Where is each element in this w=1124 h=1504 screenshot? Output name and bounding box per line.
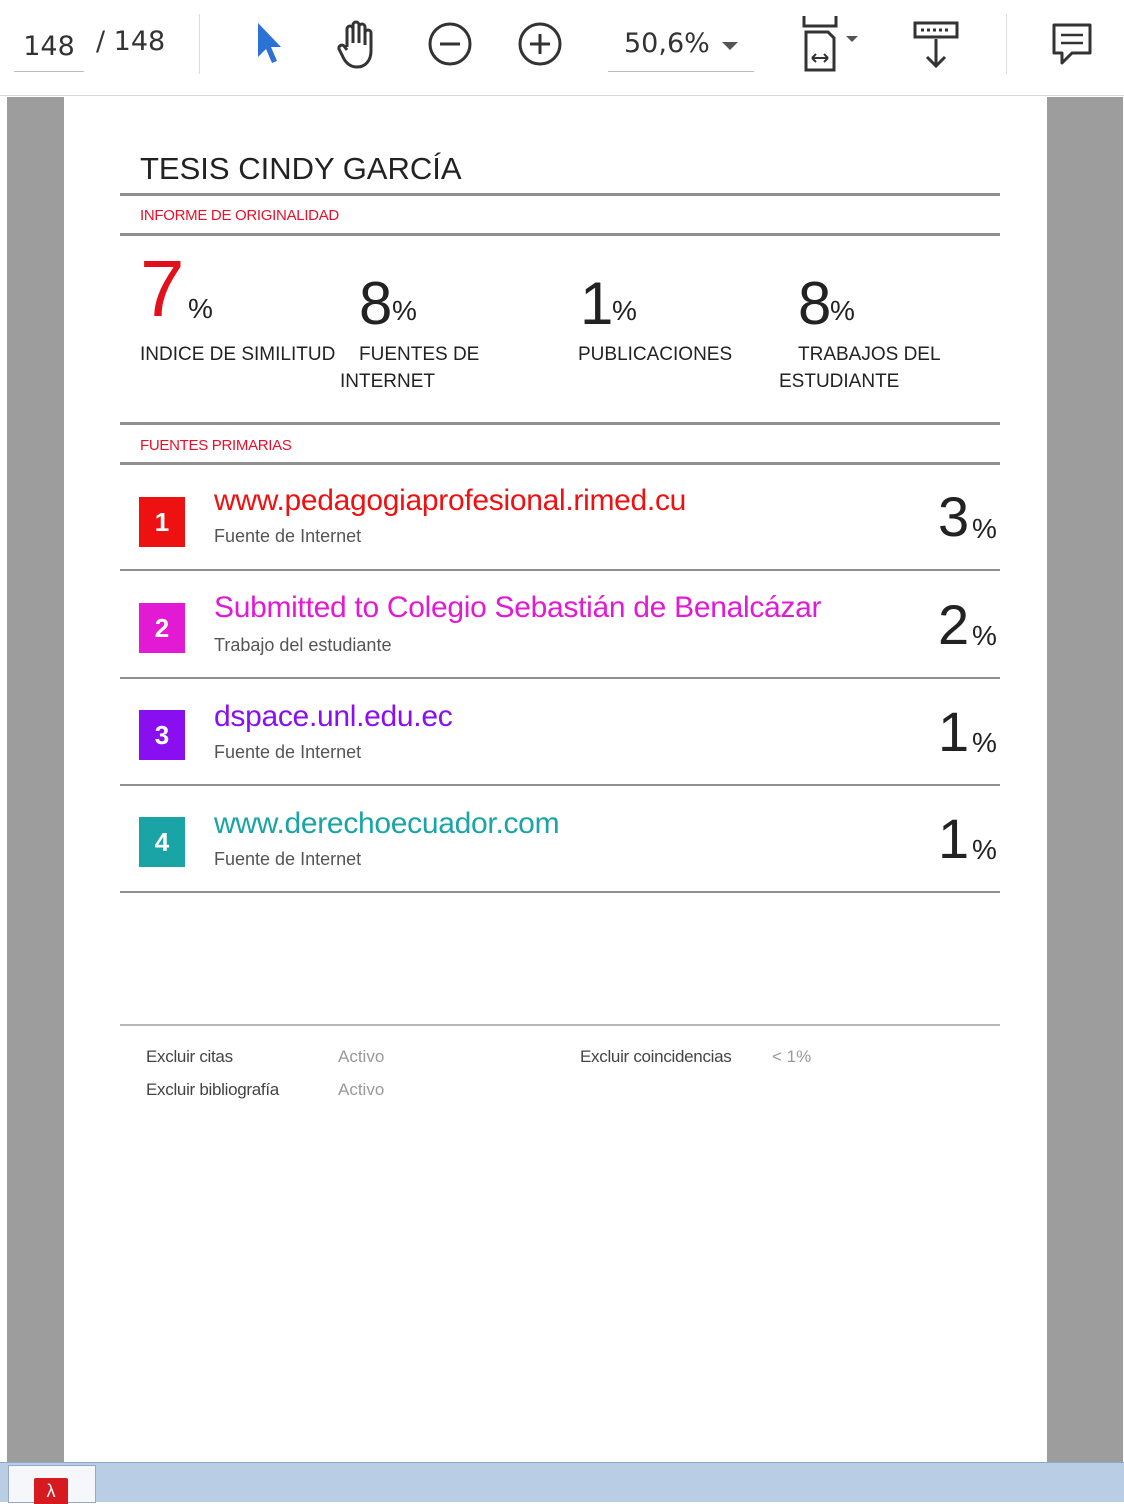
toolbar-divider: [1006, 14, 1007, 74]
divider: [120, 784, 1000, 786]
source-number-badge: 1: [139, 497, 185, 547]
taskbar-pdf-app-button[interactable]: λ: [8, 1465, 96, 1504]
student-work-value: 8: [798, 270, 832, 337]
source-number-badge: 2: [139, 603, 185, 653]
internet-sources-value: 8: [359, 270, 393, 337]
source-number-badge: 4: [139, 817, 185, 867]
internet-sources-label-2: INTERNET: [340, 371, 435, 392]
divider: [120, 677, 1000, 679]
page-number-input[interactable]: 148: [14, 22, 84, 72]
originality-heading: INFORME DE ORIGINALIDAD: [140, 207, 339, 224]
comment-icon[interactable]: [1042, 14, 1102, 74]
exclude-bibliography-value: Activo: [338, 1080, 385, 1099]
source-pct-value: 1: [938, 700, 970, 763]
similarity-index-pct: %: [188, 293, 213, 324]
source-number-badge: 3: [139, 710, 185, 760]
zoom-select[interactable]: 50,6%: [608, 22, 754, 72]
toolbar-divider: [199, 14, 200, 74]
source-pct-value: 2: [938, 593, 970, 656]
source-pct-value: 3: [938, 485, 970, 548]
divider: [120, 422, 1000, 425]
source-title-link[interactable]: Submitted to Colegio Sebastián de Benalc…: [214, 591, 822, 625]
student-work-label: TRABAJOS DEL: [798, 344, 941, 365]
fit-page-icon[interactable]: [790, 14, 870, 74]
source-title-link[interactable]: www.derechoecuador.com: [214, 807, 560, 841]
similarity-index-label: INDICE DE SIMILITUD: [140, 344, 336, 365]
document-title: TESIS CINDY GARCÍA: [140, 151, 462, 186]
zoom-in-icon[interactable]: [510, 14, 570, 74]
source-type: Trabajo del estudiante: [214, 635, 392, 655]
document-viewer[interactable]: TESIS CINDY GARCÍA INFORME DE ORIGINALID…: [7, 97, 1123, 1462]
exclude-quotes-label: Excluir citas: [146, 1047, 233, 1066]
student-work-label-2: ESTUDIANTE: [779, 371, 900, 392]
source-pct-symbol: %: [972, 834, 997, 865]
source-pct-symbol: %: [972, 620, 997, 651]
divider: [120, 569, 1000, 571]
exclude-quotes-value: Activo: [338, 1047, 385, 1066]
exclude-matches-value: < 1%: [772, 1047, 812, 1066]
internet-sources-label: FUENTES DE: [359, 344, 480, 365]
internet-sources-pct: %: [392, 295, 417, 326]
hand-tool-icon[interactable]: [328, 14, 388, 74]
divider: [120, 233, 1000, 236]
similarity-index-value: 7: [140, 244, 185, 333]
pdf-page: TESIS CINDY GARCÍA INFORME DE ORIGINALID…: [64, 97, 1047, 1462]
taskbar: λ: [0, 1462, 1124, 1504]
exclude-bibliography-label: Excluir bibliografía: [146, 1080, 279, 1099]
source-pct-symbol: %: [972, 513, 997, 544]
primary-sources-heading: FUENTES PRIMARIAS: [140, 437, 292, 454]
divider: [120, 891, 1000, 893]
toolbar: 148 / 148 50,6%: [0, 0, 1124, 96]
divider: [120, 1024, 1000, 1026]
source-pct-symbol: %: [972, 727, 997, 758]
page-total: / 148: [96, 26, 166, 57]
source-title-link[interactable]: dspace.unl.edu.ec: [214, 700, 453, 734]
source-type: Fuente de Internet: [214, 742, 362, 762]
zoom-out-icon[interactable]: [420, 14, 480, 74]
pdf-app-icon: λ: [34, 1478, 68, 1504]
divider: [120, 462, 1000, 465]
chevron-down-icon: [722, 42, 738, 50]
download-icon[interactable]: [906, 14, 966, 74]
source-type: Fuente de Internet: [214, 526, 362, 546]
exclude-matches-label: Excluir coincidencias: [580, 1047, 732, 1066]
publications-pct: %: [612, 295, 637, 326]
student-work-pct: %: [830, 295, 855, 326]
publications-label: PUBLICACIONES: [578, 344, 733, 365]
zoom-value: 50,6%: [624, 28, 710, 59]
source-type: Fuente de Internet: [214, 849, 362, 869]
source-title-link[interactable]: www.pedagogiaprofesional.rimed.cu: [214, 484, 686, 518]
publications-value: 1: [580, 270, 614, 337]
select-arrow-icon[interactable]: [238, 14, 298, 74]
divider: [120, 193, 1000, 196]
source-pct-value: 1: [938, 807, 970, 870]
